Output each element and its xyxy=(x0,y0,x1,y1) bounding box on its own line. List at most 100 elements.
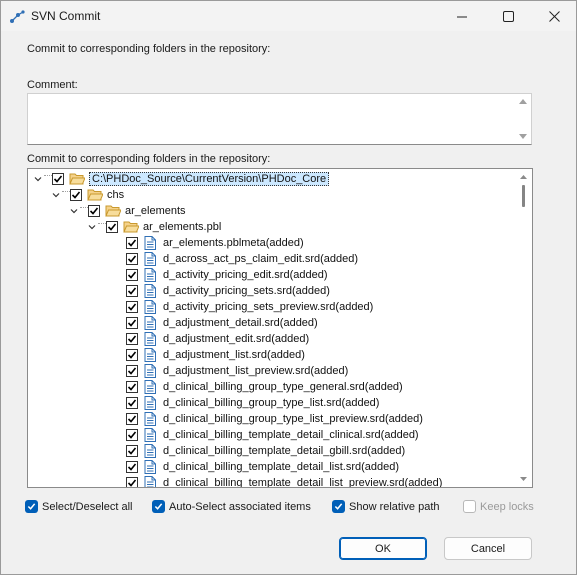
show-relative-path-option[interactable]: Show relative path xyxy=(332,500,440,513)
tree-file-row[interactable]: d_clinical_billing_template_detail_list_… xyxy=(126,475,443,488)
collapse-icon[interactable] xyxy=(32,171,44,187)
file-icon xyxy=(143,364,157,378)
select-all-label: Select/Deselect all xyxy=(42,500,133,513)
file-checkbox[interactable] xyxy=(126,333,138,345)
tree-row-root[interactable]: C:\PHDoc_Source\CurrentVersion\PHDoc_Cor… xyxy=(32,171,330,187)
file-icon xyxy=(143,412,157,426)
header-text: Commit to corresponding folders in the r… xyxy=(27,43,271,55)
keep-locks-option: Keep locks xyxy=(463,500,534,513)
auto-select-checkbox[interactable] xyxy=(152,500,165,513)
file-checkbox[interactable] xyxy=(126,301,138,313)
file-checkbox[interactable] xyxy=(126,237,138,249)
title-bar: SVN Commit xyxy=(1,1,576,31)
file-checkbox[interactable] xyxy=(126,269,138,281)
file-checkbox[interactable] xyxy=(126,413,138,425)
file-label: d_adjustment_edit.srd(added) xyxy=(163,333,310,345)
file-label: d_activity_pricing_sets.srd(added) xyxy=(163,285,330,297)
file-label: d_clinical_billing_template_detail_list.… xyxy=(163,461,400,473)
file-label: ar_elements.pblmeta(added) xyxy=(163,237,304,249)
tree-file-row[interactable]: d_clinical_billing_group_type_list.srd(a… xyxy=(126,395,379,411)
file-checkbox[interactable] xyxy=(126,349,138,361)
close-icon xyxy=(548,10,560,22)
file-checkbox[interactable] xyxy=(126,429,138,441)
file-label: d_clinical_billing_template_detail_gbill… xyxy=(163,445,406,457)
scroll-up-icon xyxy=(520,175,527,179)
tree-connector xyxy=(98,223,106,239)
tree-file-row[interactable]: d_clinical_billing_group_type_general.sr… xyxy=(126,379,403,395)
file-checkbox[interactable] xyxy=(126,477,138,487)
file-label: d_clinical_billing_template_detail_list_… xyxy=(163,477,443,488)
commit-tree[interactable]: C:\PHDoc_Source\CurrentVersion\PHDoc_Cor… xyxy=(27,168,533,488)
tree-file-row[interactable]: d_clinical_billing_template_detail_gbill… xyxy=(126,443,405,459)
tree-file-row[interactable]: d_clinical_billing_template_detail_clini… xyxy=(126,427,419,443)
tree-chs-label: chs xyxy=(107,189,125,201)
tree-label: Commit to corresponding folders in the r… xyxy=(27,153,271,165)
minimize-button[interactable] xyxy=(439,1,485,31)
file-checkbox[interactable] xyxy=(126,285,138,297)
svn-commit-dialog: SVN Commit Commit to corresponding folde… xyxy=(0,0,577,575)
checkbox-root[interactable] xyxy=(52,173,64,185)
tree-file-row[interactable]: d_adjustment_list.srd(added) xyxy=(126,347,305,363)
select-all-option[interactable]: Select/Deselect all xyxy=(25,500,133,513)
collapse-icon[interactable] xyxy=(50,187,62,203)
file-icon xyxy=(143,284,157,298)
file-checkbox[interactable] xyxy=(126,445,138,457)
file-icon xyxy=(143,300,157,314)
collapse-icon[interactable] xyxy=(68,203,80,219)
tree-file-row[interactable]: d_activity_pricing_sets_preview.srd(adde… xyxy=(126,299,373,315)
file-checkbox[interactable] xyxy=(126,253,138,265)
select-all-checkbox[interactable] xyxy=(25,500,38,513)
tree-row-ar-elements[interactable]: ar_elements xyxy=(68,203,186,219)
folder-open-icon xyxy=(87,188,104,202)
close-button[interactable] xyxy=(531,1,577,31)
file-icon xyxy=(143,396,157,410)
tree-ar-elements-label: ar_elements xyxy=(125,205,186,217)
tree-file-row[interactable]: d_adjustment_detail.srd(added) xyxy=(126,315,318,331)
show-relative-path-checkbox[interactable] xyxy=(332,500,345,513)
file-checkbox[interactable] xyxy=(126,381,138,393)
file-icon xyxy=(143,268,157,282)
tree-file-row[interactable]: d_adjustment_edit.srd(added) xyxy=(126,331,309,347)
file-label: d_adjustment_list_preview.srd(added) xyxy=(163,365,349,377)
show-relative-path-label: Show relative path xyxy=(349,500,440,513)
checkbox-chs[interactable] xyxy=(70,189,82,201)
file-checkbox[interactable] xyxy=(126,461,138,473)
scroll-down-icon xyxy=(520,477,527,481)
file-icon xyxy=(143,444,157,458)
tree-file-row[interactable]: ar_elements.pblmeta(added) xyxy=(126,235,304,251)
scroll-down-icon xyxy=(519,134,527,139)
checkbox-ar-elements-pbl[interactable] xyxy=(106,221,118,233)
scroll-thumb[interactable] xyxy=(522,185,525,207)
tree-file-row[interactable]: d_adjustment_list_preview.srd(added) xyxy=(126,363,348,379)
minimize-icon xyxy=(456,16,467,17)
file-icon xyxy=(143,236,157,250)
auto-select-option[interactable]: Auto-Select associated items xyxy=(152,500,311,513)
file-checkbox[interactable] xyxy=(126,317,138,329)
tree-file-row[interactable]: d_activity_pricing_sets.srd(added) xyxy=(126,283,330,299)
svn-app-icon xyxy=(9,9,25,25)
cancel-button[interactable]: Cancel xyxy=(444,537,532,560)
file-icon xyxy=(143,476,157,487)
comment-textarea[interactable] xyxy=(27,93,532,145)
file-label: d_adjustment_list.srd(added) xyxy=(163,349,305,361)
tree-file-row[interactable]: d_clinical_billing_template_detail_list.… xyxy=(126,459,399,475)
maximize-button[interactable] xyxy=(485,1,531,31)
file-checkbox[interactable] xyxy=(126,365,138,377)
tree-file-row[interactable]: d_across_act_ps_claim_edit.srd(added) xyxy=(126,251,358,267)
comment-scrollbar[interactable] xyxy=(515,94,531,144)
folder-open-icon xyxy=(123,220,140,234)
file-label: d_activity_pricing_sets_preview.srd(adde… xyxy=(163,301,374,313)
file-checkbox[interactable] xyxy=(126,397,138,409)
tree-row-chs[interactable]: chs xyxy=(50,187,124,203)
tree-vertical-scrollbar[interactable] xyxy=(515,169,532,487)
file-label: d_clinical_billing_template_detail_clini… xyxy=(163,429,419,441)
window-title: SVN Commit xyxy=(31,9,101,23)
tree-file-row[interactable]: d_activity_pricing_edit.srd(added) xyxy=(126,267,327,283)
tree-file-row[interactable]: d_clinical_billing_group_type_list_previ… xyxy=(126,411,423,427)
maximize-icon xyxy=(502,10,514,22)
checkbox-ar-elements[interactable] xyxy=(88,205,100,217)
keep-locks-label: Keep locks xyxy=(480,500,534,513)
ok-button[interactable]: OK xyxy=(339,537,427,560)
collapse-icon[interactable] xyxy=(86,219,98,235)
tree-row-ar-elements-pbl[interactable]: ar_elements.pbl xyxy=(86,219,221,235)
